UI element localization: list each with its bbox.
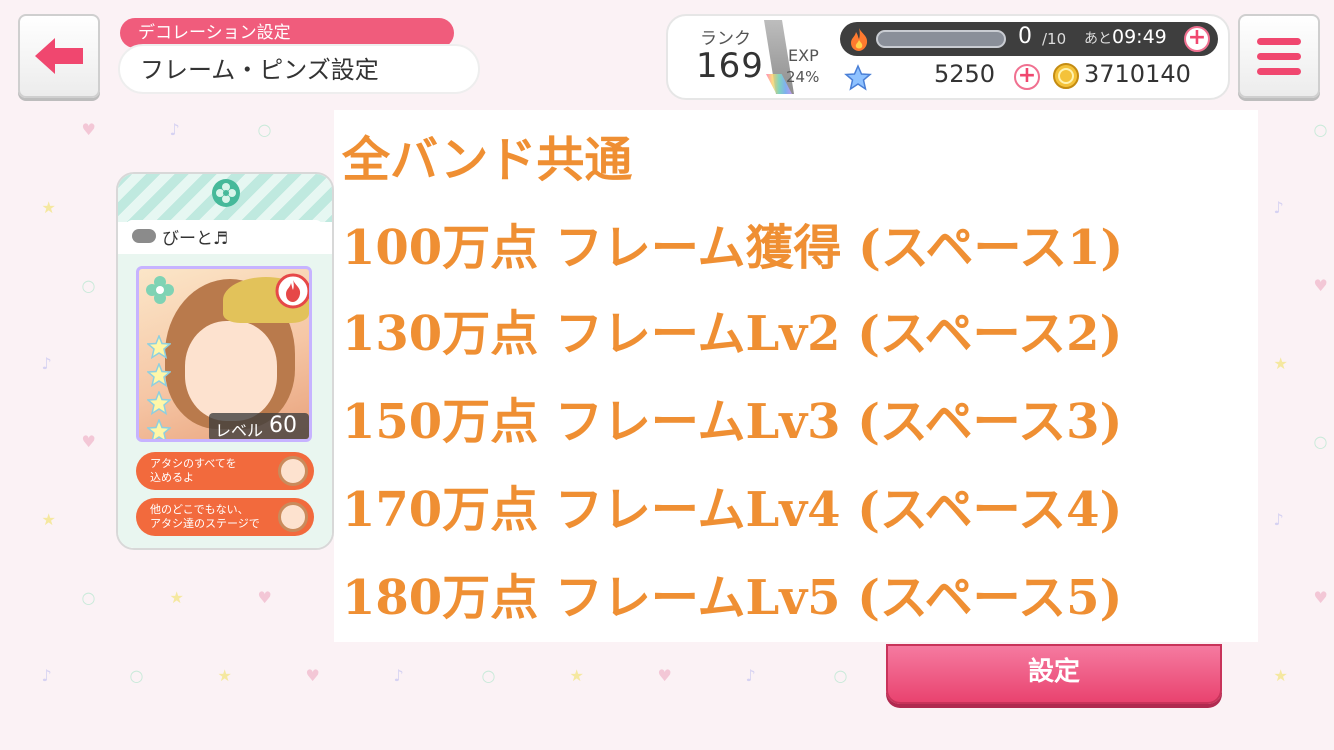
star-gem-icon — [844, 64, 872, 91]
background-decoration-icon: ★ — [1273, 354, 1288, 373]
background-decoration-icon: ♥ — [305, 666, 320, 685]
page-title: フレーム・ピンズ設定 — [118, 44, 480, 94]
stamina-gauge — [876, 30, 1006, 48]
background-decoration-icon: ♥ — [81, 120, 96, 139]
background-decoration-icon: ○ — [1313, 120, 1328, 139]
background-decoration-icon: ○ — [81, 276, 96, 295]
card-name-row: びーと♬ — [126, 220, 322, 252]
member-card-panel[interactable]: びーと♬ レベル 60 アタシのすべてを 込めるよ 他のどこでもない、 アタシ達… — [116, 172, 334, 550]
character-face — [185, 321, 277, 421]
card-area: レベル 60 アタシのすべてを 込めるよ 他のどこでもない、 アタシ達のステージで — [118, 254, 332, 548]
background-decoration-icon: ○ — [257, 120, 272, 139]
background-decoration-icon: ♥ — [81, 432, 96, 451]
player-name: びーと♬ — [162, 229, 229, 249]
menu-icon-bar — [1257, 52, 1301, 60]
star-plus-icon[interactable]: + — [1014, 64, 1040, 90]
stamina-max: /10 — [1042, 30, 1067, 48]
background-decoration-icon: ★ — [569, 666, 584, 685]
coin-icon — [1053, 63, 1079, 89]
background-decoration-icon: ♪ — [41, 666, 52, 685]
level-value: 60 — [269, 413, 297, 438]
overlay-line-5: 170万点 フレームLv4 (スペース4) — [342, 482, 1123, 538]
timer-prefix: あと — [1084, 31, 1112, 47]
overlay-line-3: 130万点 フレームLv2 (スペース2) — [342, 306, 1123, 362]
back-button[interactable] — [18, 14, 100, 98]
stamina-plus-icon[interactable]: + — [1184, 26, 1210, 52]
rarity-star-icon — [147, 419, 171, 439]
pin-character-icon — [278, 456, 308, 486]
flower-badge-icon — [212, 179, 240, 207]
background-decoration-icon: ♪ — [1273, 510, 1284, 529]
background-decoration-icon: ★ — [217, 666, 232, 685]
pin-character-icon — [278, 502, 308, 532]
name-toggle-icon — [132, 229, 156, 243]
info-overlay: 全バンド共通 100万点 フレーム獲得 (スペース1) 130万点 フレームLv… — [334, 110, 1258, 642]
background-decoration-icon: ♥ — [257, 588, 272, 607]
background-decoration-icon: ♥ — [1313, 276, 1328, 295]
background-decoration-icon: ♪ — [1273, 198, 1284, 217]
menu-button[interactable] — [1238, 14, 1320, 98]
menu-icon-bar — [1257, 37, 1301, 45]
rarity-star-icon — [147, 391, 171, 415]
attribute-flame-icon — [275, 273, 309, 309]
card-panel-header — [118, 174, 332, 222]
member-card-image[interactable]: レベル 60 — [136, 266, 312, 442]
background-decoration-icon: ○ — [81, 588, 96, 607]
stamina-timer: あと09:49 — [1084, 26, 1167, 48]
menu-icon-bar — [1257, 67, 1301, 75]
background-decoration-icon: ♪ — [393, 666, 404, 685]
coin-count: 3710140 — [1084, 60, 1191, 88]
background-decoration-icon: ★ — [41, 510, 56, 529]
exp-percent: 24% — [786, 68, 820, 86]
pin-2-text: 他のどこでもない、 アタシ達のステージで — [150, 503, 260, 530]
pin-slot-1[interactable]: アタシのすべてを 込めるよ — [136, 452, 314, 490]
overlay-line-1: 全バンド共通 — [342, 132, 633, 188]
card-level-badge: レベル 60 — [209, 413, 309, 440]
flame-icon — [851, 28, 868, 51]
rarity-stars — [147, 335, 171, 439]
rarity-star-icon — [147, 363, 171, 387]
background-decoration-icon: ♥ — [657, 666, 672, 685]
level-label: レベル — [215, 421, 264, 440]
settings-button[interactable]: 設定 — [886, 644, 1222, 704]
background-decoration-icon: ♪ — [41, 354, 52, 373]
background-decoration-icon: ★ — [41, 198, 56, 217]
rank-value: 169 — [696, 46, 764, 86]
background-decoration-icon: ○ — [1313, 432, 1328, 451]
overlay-line-6: 180万点 フレームLv5 (スペース5) — [342, 570, 1123, 626]
background-decoration-icon: ○ — [129, 666, 144, 685]
background-decoration-icon: ○ — [833, 666, 848, 685]
background-decoration-icon: ♥ — [1313, 588, 1328, 607]
pin-1-text: アタシのすべてを 込めるよ — [150, 457, 237, 484]
timer-value: 09:49 — [1112, 26, 1167, 48]
background-decoration-icon: ○ — [481, 666, 496, 685]
rarity-star-icon — [147, 335, 171, 359]
exp-label: EXP — [788, 46, 819, 65]
band-flower-icon — [146, 276, 174, 304]
background-decoration-icon: ♪ — [169, 120, 180, 139]
status-panel: ランク 169 EXP 24% 0 /10 あと09:49 + 5250 + 3… — [666, 14, 1230, 100]
overlay-line-4: 150万点 フレームLv3 (スペース3) — [342, 394, 1123, 450]
back-arrow-icon — [35, 38, 83, 74]
overlay-line-2: 100万点 フレーム獲得 (スペース1) — [342, 220, 1124, 276]
pin-slot-2[interactable]: 他のどこでもない、 アタシ達のステージで — [136, 498, 314, 536]
star-count: 5250 — [934, 60, 996, 88]
stamina-current: 0 — [1018, 24, 1032, 49]
background-decoration-icon: ★ — [169, 588, 184, 607]
background-decoration-icon: ★ — [1273, 666, 1288, 685]
stamina-bar: 0 /10 あと09:49 + — [840, 22, 1218, 56]
background-decoration-icon: ♪ — [745, 666, 756, 685]
